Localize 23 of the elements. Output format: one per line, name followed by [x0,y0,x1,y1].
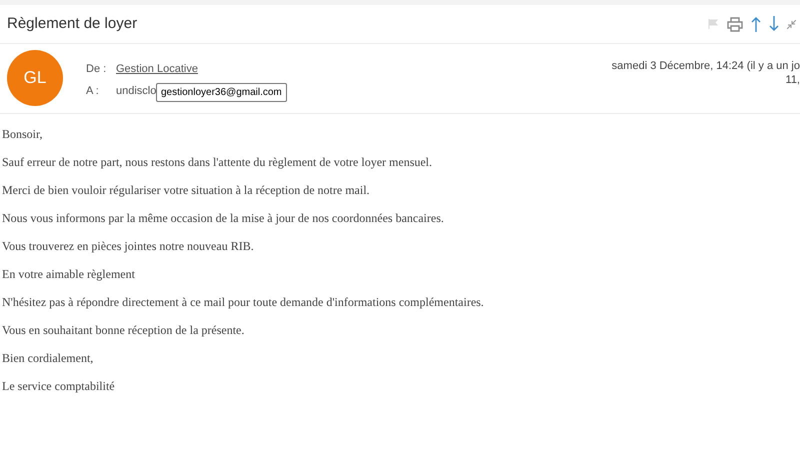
down-arrow-icon[interactable] [769,16,779,32]
to-label: A : [86,84,100,98]
body-paragraph: Vous trouverez en pièces jointes notre nouveau RIB. [2,238,255,254]
body-paragraph: Nous vous informons par la même occasion de la mise à jour de nos coordonnées bancaires. [2,210,445,226]
body-paragraph: Sauf erreur de notre part, nous restons dans l'attente du règlement de votre loyer mensuel. [2,154,434,170]
print-icon[interactable] [727,16,743,32]
body-paragraph: Le service comptabilité [2,378,116,394]
body-paragraph: En votre aimable règlement [2,266,136,282]
body-paragraph: N'hésitez pas à répondre directement à ce mail pour toute demande d'informations complémentaires. [2,294,485,310]
date-text: samedi 3 Décembre, 14:24 (il y a un jo [612,59,800,73]
date-text: 11, [786,73,800,87]
body-paragraph: Bonsoir, [2,126,44,142]
body-paragraph: Merci de bien vouloir régulariser votre situation à la réception de notre mail. [2,182,371,198]
body-paragraph: Bien cordialement, [2,350,94,366]
email-subject: Règlement de loyer [7,14,138,34]
collapse-icon[interactable] [787,20,796,28]
from-label: De : [86,62,108,77]
sender-link[interactable]: Gestion Locative [116,61,198,78]
avatar: GL [7,50,63,106]
body-paragraph: Vous en souhaitant bonne réception de la présente. [2,322,246,338]
email-tooltip: gestionloyer36@gmail.com [156,83,287,102]
recipient-text: undisclo [116,84,156,98]
up-arrow-icon[interactable] [751,16,761,32]
